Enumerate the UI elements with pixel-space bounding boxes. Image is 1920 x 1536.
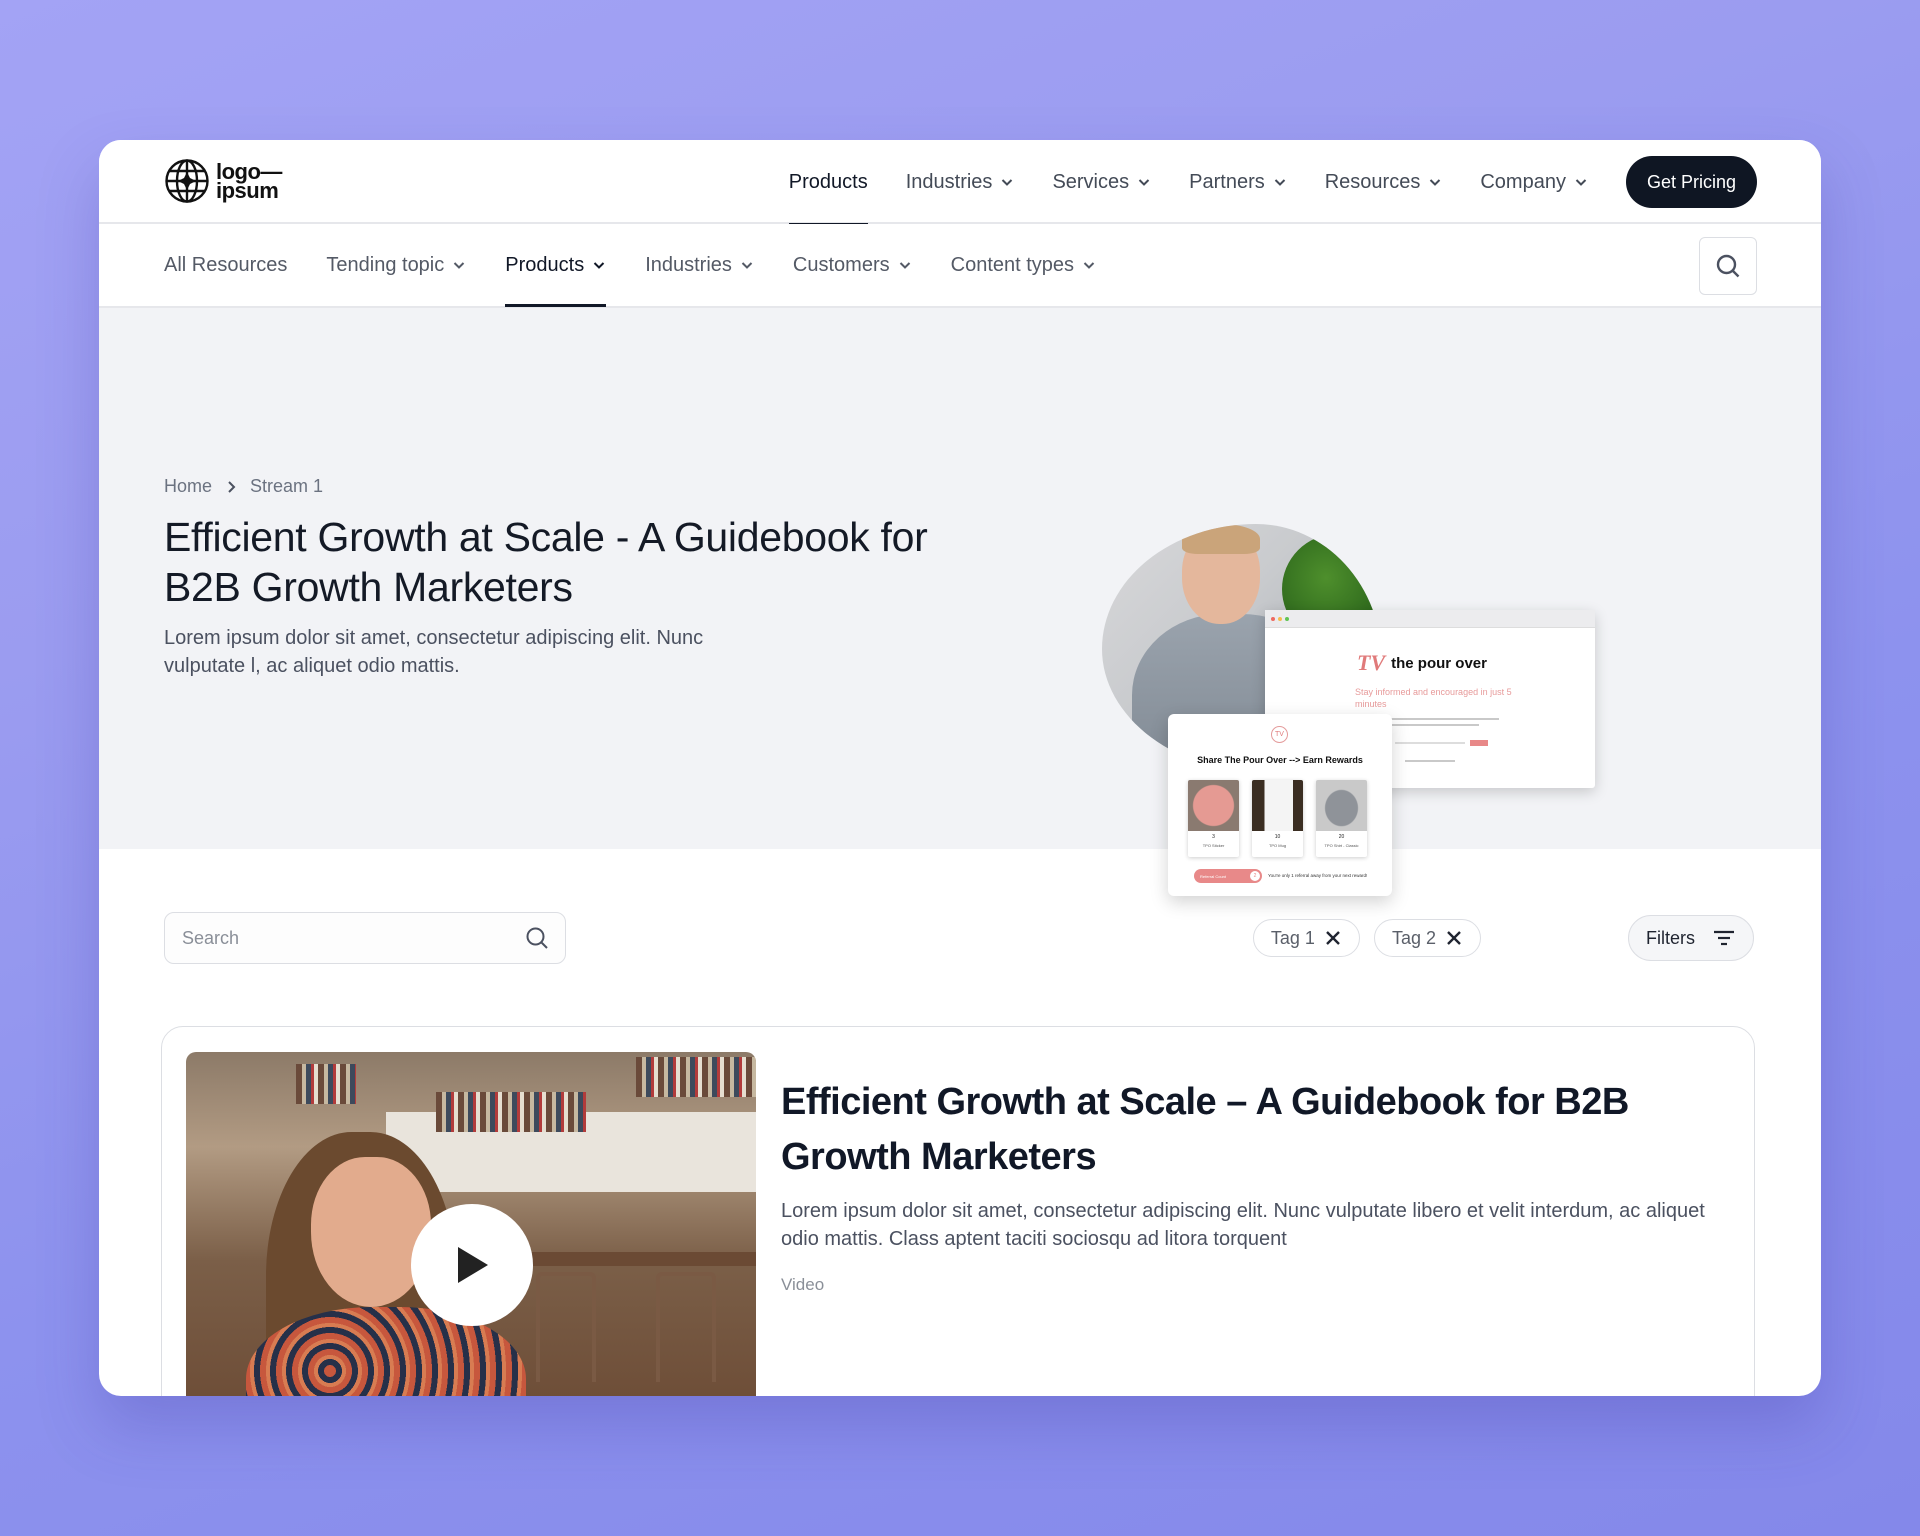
nav-label: Resources [1324,170,1421,193]
browser-window: logo— ipsum Products Industries Services… [99,140,1821,1396]
nav-products[interactable]: Products [788,156,868,226]
tag-label: Tag 1 [1270,927,1315,948]
tag-chip[interactable]: Tag 2 [1373,919,1481,957]
subnav-industries[interactable]: Industries [645,224,754,306]
hero-image-collage: TV the pour over Stay informed and encou… [1102,524,1612,904]
nav-partners[interactable]: Partners [1189,156,1287,208]
rewards-mockup: TV Share The Pour Over --> Earn Rewards … [1168,714,1392,896]
close-icon[interactable] [1325,930,1341,946]
subnav-label: All Resources [164,253,288,276]
page-description: Lorem ipsum dolor sit amet, consectetur … [164,627,704,677]
play-button[interactable] [411,1204,533,1326]
subnav-products[interactable]: Products [505,224,607,307]
nav-label: Partners [1189,170,1265,193]
logo-text: logo— ipsum [216,159,282,203]
active-tags: Tag 1 Tag 2 [1252,919,1481,957]
subnav-label: Customers [792,253,890,276]
reward-item: 20 TPO Shirt - Classic [1316,780,1367,857]
reward-name: TPO Shirt - Classic [1324,843,1359,848]
nav-resources[interactable]: Resources [1325,156,1443,208]
nav-services[interactable]: Services [1052,156,1151,208]
tag-label: Tag 2 [1391,927,1436,948]
reward-count: 10 [1274,834,1281,840]
chevron-down-icon [1274,179,1285,186]
main-nav: Products Industries Services Partners Re… [788,156,1757,226]
reward-count: 20 [1338,834,1345,840]
search-icon[interactable] [525,926,549,950]
tpo-logo-icon: TV [1357,650,1386,675]
mockup-brand-name: the pour over [1391,654,1487,672]
chevron-down-icon [1083,262,1095,269]
subnav-label: Products [505,253,585,276]
video-thumbnail[interactable] [186,1052,756,1396]
nav-label: Products [788,170,868,193]
chevron-down-icon [741,262,753,269]
tpo-badge-icon: TV [1271,726,1288,743]
chevron-down-icon [1138,179,1150,186]
subnav-label: Industries [645,253,732,276]
breadcrumb-home[interactable]: Home [164,476,212,497]
subnav-all-resources[interactable]: All Resources [164,224,287,306]
get-pricing-button[interactable]: Get Pricing [1625,156,1757,208]
reward-count: 3 [1212,834,1215,840]
search-input[interactable] [182,927,502,949]
card-description: Lorem ipsum dolor sit amet, consectetur … [781,1200,1705,1250]
breadcrumb: Home Stream 1 [164,476,323,497]
logo[interactable]: logo— ipsum [164,158,282,204]
nav-label: Services [1052,170,1130,193]
filter-icon [1714,930,1734,946]
reward-name: TPO Mug [1268,843,1287,848]
nav-label: Industries [905,170,993,193]
globe-logo-icon [165,159,209,203]
mockup-share-title: Share The Pour Over --> Earn Rewards [1197,755,1363,765]
resource-card[interactable]: Efficient Growth at Scale – A Guidebook … [161,1026,1755,1396]
reward-item: 3 TPO Sticker [1188,780,1239,857]
filters-label: Filters [1646,927,1695,948]
search-field[interactable] [164,912,566,964]
referral-count-pill: Referral Count 2 [1194,869,1262,883]
subnav-customers[interactable]: Customers [793,224,912,306]
top-navigation: logo— ipsum Products Industries Services… [99,140,1821,226]
chevron-down-icon [1002,179,1013,186]
content-type-label: Video [781,1275,825,1294]
reward-name: TPO Sticker [1202,843,1225,848]
filters-button[interactable]: Filters [1628,915,1754,961]
referral-label: Referral Count [1200,873,1227,879]
nav-industries[interactable]: Industries [906,156,1015,208]
chevron-down-icon [899,262,910,269]
nav-company[interactable]: Company [1480,156,1588,208]
page-title: Efficient Growth at Scale - A Guidebook … [164,514,928,610]
mockup-brand: TV the pour over [1357,650,1487,676]
chevron-down-icon [454,262,465,269]
chevron-down-icon [1575,179,1587,186]
nav-label: Company [1480,170,1566,193]
card-title[interactable]: Efficient Growth at Scale – A Guidebook … [781,1075,1711,1185]
subnav-search-button[interactable] [1699,237,1757,295]
subnav-label: Content types [950,253,1075,276]
subnav-label: Tending topic [326,253,445,276]
breadcrumb-current: Stream 1 [250,476,324,496]
referral-count: 2 [1250,871,1260,881]
hero-section: Home Stream 1 Efficient Growth at Scale … [99,308,1821,896]
play-icon [458,1247,488,1283]
resources-subnav: All Resources Tending topic Products Ind… [99,224,1821,308]
mockup-tagline: Stay informed and encouraged in just 5 m… [1355,687,1512,709]
search-icon [1716,254,1740,278]
close-icon[interactable] [1446,930,1462,946]
tag-chip[interactable]: Tag 1 [1252,919,1360,957]
referral-text: You're only 1 referral away from your ne… [1268,873,1368,878]
chevron-right-icon [228,480,236,493]
subnav-trending-topic[interactable]: Tending topic [326,224,466,306]
chevron-down-icon [1430,179,1441,186]
chevron-down-icon [593,262,605,269]
subnav-content-types[interactable]: Content types [951,224,1096,306]
reward-item: 10 TPO Mug [1252,780,1303,857]
